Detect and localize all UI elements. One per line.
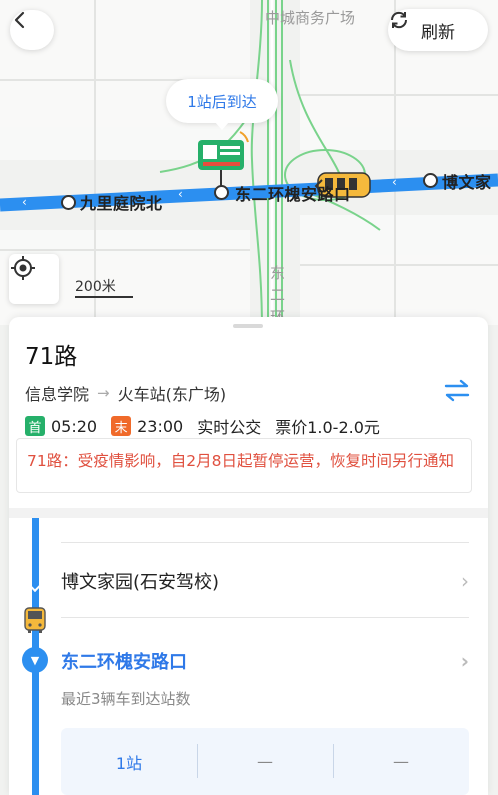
back-button[interactable] bbox=[10, 10, 54, 50]
row-divider bbox=[61, 617, 469, 618]
refresh-label: 刷新 bbox=[421, 22, 455, 43]
refresh-button[interactable]: 刷新 bbox=[388, 9, 488, 51]
locate-button[interactable] bbox=[9, 254, 59, 304]
map-stop-label-right[interactable]: 博文家 bbox=[442, 169, 492, 193]
stop-row-dongerhuan[interactable]: 东二环槐安路口 › bbox=[61, 648, 469, 674]
map-landmark-label: 中城商务广场 bbox=[265, 9, 356, 27]
service-notice: 71路：受疫情影响，自2月8日起暂停运营，恢复时间另行通知 bbox=[16, 438, 472, 493]
route-direction: 信息学院 → 火车站(东广场) bbox=[25, 381, 226, 405]
stop-row-bowenjiayuan[interactable]: 博文家园(石安驾校) › bbox=[61, 568, 469, 594]
svg-text:‹: ‹ bbox=[392, 175, 397, 189]
arrival-bubble: 1站后到达 bbox=[166, 79, 278, 130]
notice-text: 71路：受疫情影响，自2月8日起暂停运营，恢复时间另行通知 bbox=[27, 452, 454, 470]
refresh-icon bbox=[390, 11, 408, 29]
drag-handle[interactable] bbox=[233, 324, 263, 328]
first-bus-time: 05:20 bbox=[51, 416, 98, 436]
route-to: 火车站(东广场) bbox=[117, 385, 227, 404]
map-stop-dot bbox=[423, 173, 438, 188]
arrival-text: 1站后到达 bbox=[187, 92, 257, 111]
eta-cell: — bbox=[333, 744, 469, 778]
route-card: 71路 信息学院 → 火车站(东广场) 首 05:20 末 23:00 实时公交… bbox=[9, 317, 488, 795]
eta-cell: — bbox=[197, 744, 333, 778]
schedule-info-row: 首 05:20 末 23:00 实时公交 票价1.0-2.0元 bbox=[25, 414, 380, 438]
map-stop-label-left[interactable]: 九里庭院北 bbox=[80, 190, 163, 214]
map-stop-dot bbox=[214, 185, 229, 200]
section-divider bbox=[9, 508, 488, 518]
svg-text:‹: ‹ bbox=[22, 195, 27, 209]
map-stop-dot bbox=[61, 195, 76, 210]
last-bus-time: 23:00 bbox=[137, 416, 184, 436]
eta-caption: 最近3辆车到达站数 bbox=[61, 690, 191, 708]
chevron-right-icon: › bbox=[461, 569, 469, 593]
eta-cell: 1站 bbox=[115, 753, 143, 773]
arrow-right-icon: → bbox=[97, 384, 110, 402]
swap-direction-icon[interactable] bbox=[443, 378, 471, 404]
route-name: 71路 bbox=[25, 344, 78, 370]
row-divider bbox=[61, 542, 469, 543]
eta-box: 1站 — — bbox=[61, 728, 469, 795]
map-scale-label: 200米 bbox=[75, 279, 116, 295]
current-stop-pin-icon: ▼ bbox=[22, 647, 48, 673]
fare-label: 票价1.0-2.0元 bbox=[275, 418, 380, 437]
direction-chevron-icon bbox=[27, 577, 43, 593]
stop-name: 东二环槐安路口 bbox=[61, 652, 187, 673]
chevron-left-icon bbox=[14, 11, 25, 29]
stop-name: 博文家园(石安驾校) bbox=[61, 572, 220, 593]
route-from: 信息学院 bbox=[25, 385, 90, 404]
locate-icon bbox=[11, 256, 35, 280]
last-bus-tag: 末 bbox=[111, 416, 132, 436]
bus-icon bbox=[24, 607, 46, 633]
realtime-label: 实时公交 bbox=[197, 418, 262, 437]
bus-stop-sign-icon bbox=[198, 131, 249, 186]
first-bus-tag: 首 bbox=[25, 416, 45, 436]
map-stop-label-center[interactable]: 东二环槐安路口 bbox=[235, 181, 351, 205]
chevron-right-icon: › bbox=[460, 649, 469, 673]
map-scale: 200米 bbox=[75, 276, 133, 298]
svg-text:‹: ‹ bbox=[178, 187, 183, 201]
